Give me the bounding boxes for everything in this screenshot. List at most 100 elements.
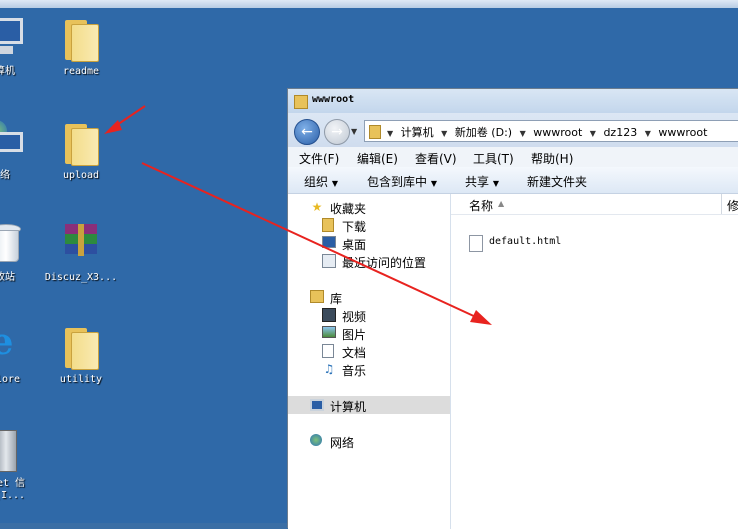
nav-label: 音乐	[342, 364, 367, 378]
network-icon	[310, 434, 322, 446]
desktop-icon-utility[interactable]: utility	[36, 324, 126, 386]
recycle-bin-icon	[0, 222, 25, 268]
nav-downloads[interactable]: 下载	[288, 216, 450, 234]
star-icon: ★	[311, 200, 323, 214]
nav-network[interactable]: 网络	[288, 432, 450, 450]
desktop-icon-readme[interactable]: readme	[36, 16, 126, 78]
computer-icon	[0, 16, 25, 62]
column-modified[interactable]: 修	[727, 197, 738, 214]
breadcrumb-item[interactable]: 计算机	[401, 126, 434, 139]
menu-view[interactable]: 查看(V)	[415, 150, 457, 167]
file-list: 名称 ▲ 修 default.html 20	[451, 194, 738, 529]
nav-label: 桌面	[342, 238, 367, 252]
breadcrumb-item[interactable]: wwwroot	[658, 126, 707, 139]
chevron-down-icon: ▼	[430, 179, 437, 188]
nav-label: 文档	[342, 346, 367, 360]
desktop-icon-label: upload	[62, 170, 100, 181]
network-icon	[0, 120, 25, 166]
recent-places-icon	[322, 254, 336, 268]
winrar-archive-icon	[61, 222, 101, 268]
folder-icon	[61, 16, 101, 62]
nav-recent[interactable]: 最近访问的位置	[288, 252, 450, 270]
breadcrumb-item[interactable]: 新加卷 (D:)	[455, 126, 512, 139]
nav-pictures[interactable]: 图片	[288, 324, 450, 342]
folder-icon	[61, 324, 101, 370]
internet-explorer-icon: e	[0, 321, 14, 363]
chevron-right-icon[interactable]: ▼	[441, 129, 447, 138]
window-title: wwwroot	[312, 94, 355, 105]
explorer-window[interactable]: wwwroot ← → ▼ ▼ 计算机 ▼ 新加卷 (D:) ▼ wwwroot…	[287, 88, 738, 529]
server-icon	[0, 428, 25, 474]
column-name[interactable]: 名称	[469, 197, 493, 214]
include-in-library-label: 包含到库中	[367, 175, 428, 189]
sort-ascending-icon: ▲	[498, 199, 505, 208]
nav-label: 视频	[342, 310, 367, 324]
include-in-library-button[interactable]: 包含到库中 ▼	[367, 173, 437, 190]
nav-label: 下载	[342, 220, 367, 234]
desktop-icon-label: readme	[62, 66, 100, 77]
document-icon	[322, 344, 334, 358]
folder-icon	[294, 95, 308, 109]
chevron-right-icon[interactable]: ▼	[387, 129, 393, 138]
nav-label: 收藏夹	[330, 202, 367, 216]
file-row[interactable]: default.html 20	[469, 234, 729, 252]
organize-button[interactable]: 组织 ▼	[304, 173, 338, 190]
menu-edit[interactable]: 编辑(E)	[357, 150, 398, 167]
back-button[interactable]: ←	[294, 119, 320, 145]
nav-music[interactable]: ♫ 音乐	[288, 360, 450, 378]
desktop-icon-label: rnet 信	[0, 478, 26, 489]
video-icon	[322, 308, 336, 322]
nav-label: 最近访问的位置	[342, 256, 427, 270]
music-icon: ♫	[323, 362, 335, 376]
share-button[interactable]: 共享 ▼	[465, 173, 499, 190]
pictures-icon	[322, 326, 336, 338]
command-bar: 组织 ▼ 包含到库中 ▼ 共享 ▼ 新建文件夹	[288, 167, 738, 194]
menu-file[interactable]: 文件(F)	[299, 150, 339, 167]
file-name: default.html	[489, 236, 562, 247]
library-icon	[310, 290, 324, 303]
menu-help[interactable]: 帮助(H)	[531, 150, 573, 167]
computer-icon	[310, 399, 324, 411]
title-bar[interactable]: wwwroot	[288, 89, 738, 113]
breadcrumb: ▼ 计算机 ▼ 新加卷 (D:) ▼ wwwroot ▼ dz123 ▼ www…	[387, 124, 711, 140]
nav-desktop[interactable]: 桌面	[288, 234, 450, 252]
desktop-icon	[322, 236, 336, 248]
menu-bar: 文件(F) 编辑(E) 查看(V) 工具(T) 帮助(H)	[288, 147, 738, 168]
column-header: 名称 ▲ 修	[451, 194, 738, 215]
breadcrumb-item[interactable]: wwwroot	[533, 126, 582, 139]
new-folder-button[interactable]: 新建文件夹	[527, 173, 587, 190]
desktop-icon-label: utility	[59, 374, 103, 385]
desktop-icon-discuz[interactable]: Discuz_X3...	[36, 222, 126, 284]
nav-favorites[interactable]: ★ 收藏夹	[288, 198, 450, 216]
chevron-down-icon: ▼	[331, 179, 338, 188]
nav-label: 计算机	[330, 400, 367, 414]
nav-computer[interactable]: 计算机	[288, 396, 450, 414]
column-divider[interactable]	[721, 194, 722, 214]
download-folder-icon	[322, 218, 334, 232]
nav-label: 图片	[342, 328, 367, 342]
organize-label: 组织	[304, 175, 329, 189]
desktop-icon-label: Discuz_X3...	[44, 272, 118, 283]
menu-tools[interactable]: 工具(T)	[473, 150, 514, 167]
chevron-down-icon: ▼	[492, 179, 499, 188]
navigation-bar: ← → ▼ ▼ 计算机 ▼ 新加卷 (D:) ▼ wwwroot ▼ dz123…	[288, 113, 738, 147]
nav-libraries[interactable]: 库	[288, 288, 450, 306]
forward-button[interactable]: →	[324, 119, 350, 145]
share-label: 共享	[465, 175, 490, 189]
html-file-icon	[469, 235, 483, 252]
nav-documents[interactable]: 文档	[288, 342, 450, 360]
nav-videos[interactable]: 视频	[288, 306, 450, 324]
folder-icon	[369, 125, 381, 139]
nav-label: 网络	[330, 436, 355, 450]
chevron-right-icon[interactable]: ▼	[520, 129, 526, 138]
desktop-icon-upload[interactable]: upload	[36, 120, 126, 182]
folder-icon	[61, 120, 101, 166]
navigation-pane: ★ 收藏夹 下载 桌面 最近访问的位置 库 视频 图片 文档 ♫ 音乐 计算机 …	[288, 194, 451, 529]
desktop-icon-label-line2: 号(I...	[0, 490, 26, 501]
chevron-right-icon[interactable]: ▼	[645, 129, 651, 138]
chevron-down-icon[interactable]: ▼	[351, 127, 357, 136]
chevron-right-icon[interactable]: ▼	[590, 129, 596, 138]
address-bar[interactable]: ▼ 计算机 ▼ 新加卷 (D:) ▼ wwwroot ▼ dz123 ▼ www…	[364, 120, 738, 142]
breadcrumb-item[interactable]: dz123	[603, 126, 637, 139]
desktop-icon-iis[interactable]: rnet 信 号(I...	[0, 428, 50, 502]
